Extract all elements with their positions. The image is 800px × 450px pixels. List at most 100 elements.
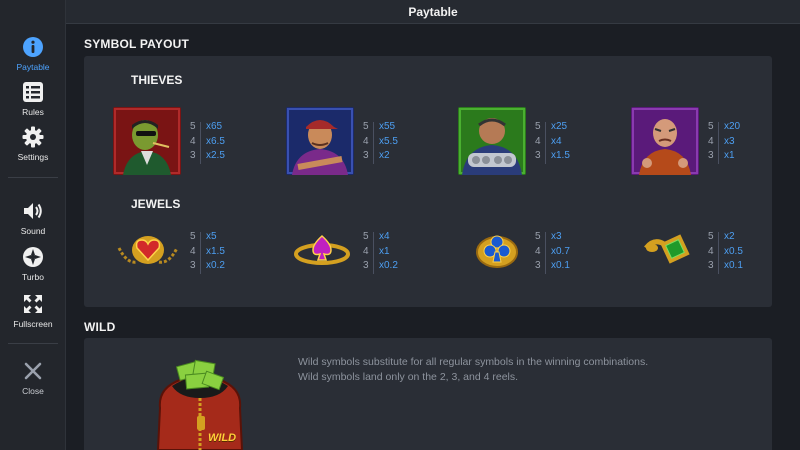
sidebar-divider [8, 177, 58, 178]
payout-count: 4 [190, 135, 196, 147]
payout-count: 4 [708, 135, 714, 147]
section-title-wild: WILD [84, 320, 116, 334]
sidebar-item-settings[interactable]: Settings [0, 124, 66, 162]
payout-row: 5 x20 [708, 120, 778, 134]
wild-description: Wild symbols substitute for all regular … [298, 355, 738, 385]
payout-row: 5 x55 [363, 120, 433, 134]
payout-row: 3 x0.1 [708, 259, 778, 273]
payout-count: 5 [363, 121, 369, 132]
payout-count: 3 [535, 260, 541, 271]
close-icon [20, 358, 46, 384]
payout-multiplier: x25 [551, 121, 568, 132]
payout-count: 4 [190, 245, 196, 257]
sidebar-item-paytable[interactable]: Paytable [0, 34, 66, 72]
group-title-jewels: JEWELS [131, 197, 181, 211]
payout-count: 3 [190, 150, 196, 161]
payout-row: 4 x0.7 [535, 245, 605, 259]
section-title-symbol-payout: SYMBOL PAYOUT [84, 37, 190, 51]
payout-table: 5 x55 4 x5.5 3 x2 [363, 120, 423, 164]
payout-count: 5 [708, 121, 714, 132]
payout-multiplier: x0.2 [206, 260, 225, 271]
wild-badge-text: WILD [208, 432, 237, 444]
payout-multiplier: x55 [379, 121, 396, 132]
payout-row: 3 x1 [708, 149, 778, 163]
payout-multiplier: x3 [724, 135, 735, 147]
payout-multiplier: x65 [206, 121, 223, 132]
payout-multiplier: x1.5 [551, 150, 570, 161]
fullscreen-icon [20, 291, 46, 317]
payout-table: 5 x5 4 x1.5 3 x0.2 [190, 230, 250, 274]
payout-count: 4 [363, 135, 369, 147]
payout-row: 5 x3 [535, 230, 605, 244]
sidebar-item-fullscreen[interactable]: Fullscreen [0, 291, 66, 329]
payout-row: 4 x1 [363, 245, 433, 259]
payout-multiplier: x2 [724, 231, 735, 242]
emerald-ring-symbol [640, 228, 702, 272]
payout-multiplier: x2 [379, 150, 390, 161]
payout-row: 4 x6.5 [190, 135, 260, 149]
payout-row: 3 x2 [363, 149, 433, 163]
payout-multiplier: x6.5 [206, 135, 225, 147]
payout-count: 3 [708, 260, 714, 271]
payout-table: 5 x2 4 x0.5 3 x0.1 [708, 230, 768, 274]
payout-multiplier: x1 [379, 245, 390, 257]
payout-row: 3 x0.2 [190, 259, 260, 273]
wild-description-line: Wild symbols land only on the 2, 3, and … [298, 371, 519, 383]
payout-count: 5 [708, 231, 714, 242]
payout-count: 3 [708, 150, 714, 161]
sidebar-item-label: Fullscreen [13, 319, 53, 329]
sidebar-item-label: Paytable [16, 62, 50, 72]
payout-row: 4 x3 [708, 135, 778, 149]
payout-row: 4 x0.5 [708, 245, 778, 259]
payout-multiplier: x4 [379, 231, 390, 242]
payout-count: 5 [363, 231, 369, 242]
payout-multiplier: x0.5 [724, 245, 743, 257]
payout-multiplier: x0.1 [551, 260, 570, 271]
spade-ring-symbol [291, 228, 353, 272]
sidebar-item-label: Close [22, 386, 44, 396]
payout-row: 4 x1.5 [190, 245, 260, 259]
payout-multiplier: x0.1 [724, 260, 743, 271]
sidebar-divider [8, 343, 58, 344]
payout-row: 4 x5.5 [363, 135, 433, 149]
payout-row: 5 x2 [708, 230, 778, 244]
group-title-thieves: THIEVES [131, 73, 183, 87]
payout-row: 4 x4 [535, 135, 605, 149]
payout-multiplier: x3 [551, 231, 562, 242]
header-bar: Paytable [66, 0, 800, 24]
payout-table: 5 x20 4 x3 3 x1 [708, 120, 768, 164]
sidebar-item-label: Rules [22, 107, 44, 117]
payout-count: 4 [535, 245, 541, 257]
payout-count: 4 [363, 245, 369, 257]
sidebar-item-rules[interactable]: Rules [0, 79, 66, 117]
payout-row: 3 x1.5 [535, 149, 605, 163]
heart-ring-symbol [117, 228, 179, 272]
club-ring-symbol [466, 228, 528, 272]
sidebar-item-sound[interactable]: Sound [0, 198, 66, 236]
payout-row: 5 x4 [363, 230, 433, 244]
payout-row: 5 x65 [190, 120, 260, 134]
payout-multiplier: x2.5 [206, 150, 225, 161]
sidebar-item-turbo[interactable]: Turbo [0, 244, 66, 282]
payout-count: 4 [708, 245, 714, 257]
payout-multiplier: x20 [724, 121, 741, 132]
thief-symbol-4 [631, 107, 699, 175]
close-button[interactable]: Close [0, 358, 66, 396]
sidebar-item-label: Turbo [22, 272, 44, 282]
wild-symbol: WILD [150, 358, 250, 450]
sidebar: Paytable Rules Settings Sound Turbo Full… [0, 0, 66, 450]
payout-count: 3 [363, 260, 369, 271]
payout-count: 5 [535, 121, 541, 132]
thief-symbol-1 [113, 107, 181, 175]
list-icon [20, 79, 46, 105]
payout-row: 3 x0.1 [535, 259, 605, 273]
gear-icon [20, 124, 46, 150]
payout-multiplier: x0.7 [551, 245, 570, 257]
payout-table: 5 x3 4 x0.7 3 x0.1 [535, 230, 595, 274]
page-title: Paytable [408, 4, 458, 19]
payout-table: 5 x25 4 x4 3 x1.5 [535, 120, 595, 164]
sidebar-item-label: Settings [17, 152, 49, 162]
payout-row: 3 x0.2 [363, 259, 433, 273]
info-icon [20, 34, 46, 60]
payout-count: 3 [535, 150, 541, 161]
